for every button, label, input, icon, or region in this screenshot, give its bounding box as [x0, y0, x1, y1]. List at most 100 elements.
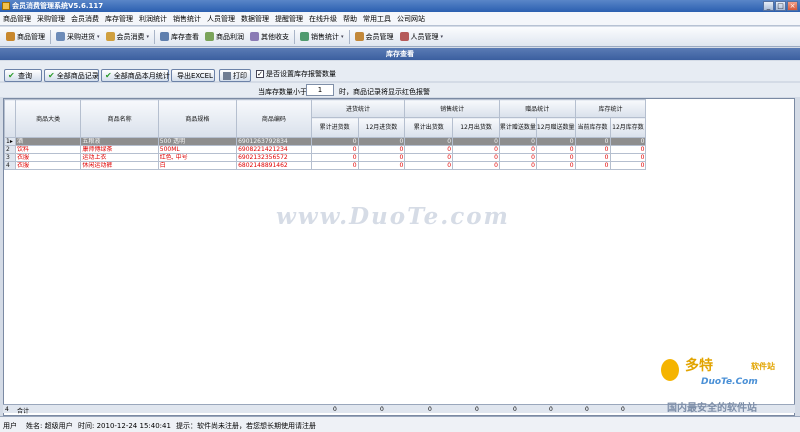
col-group-purchase: 进货统计 — [310, 99, 406, 118]
col-category[interactable]: 商品大类 — [14, 99, 82, 138]
menu-item[interactable]: 销售统计 — [170, 14, 204, 24]
chevron-down-icon[interactable]: ▾ — [147, 34, 150, 40]
toolbar-button[interactable]: 会员管理 — [352, 29, 397, 45]
col-code[interactable]: 商品编码 — [236, 99, 312, 138]
col-group-sales: 销售统计 — [404, 99, 500, 118]
table-row[interactable]: 4 衣服 休闲运动裤白 6802148891462 0 0 0 0 0 0 0 0 — [4, 161, 794, 170]
grid-empty-cell — [645, 153, 794, 162]
all-records-button[interactable]: ✔ 全部商品记录 — [44, 69, 99, 82]
close-icon[interactable]: × — [787, 1, 798, 11]
table-row[interactable]: 2 饮料 康师傅绿茶 500ML 6908221421234 0 0 0 0 0 0 0 0 — [4, 145, 794, 154]
row-index: 2 — [4, 145, 16, 154]
menu-item[interactable]: 会员消费 — [68, 14, 102, 24]
person-icon — [399, 32, 409, 41]
toolbar-button-label: 销售统计 — [311, 32, 340, 41]
menu-item[interactable]: 提醒管理 — [272, 14, 306, 24]
chevron-down-icon[interactable]: ▾ — [441, 34, 444, 40]
cart-icon — [56, 32, 65, 41]
box-icon — [6, 32, 15, 41]
totals-value: 0 — [585, 406, 589, 413]
cell-value: 0 — [452, 145, 500, 154]
toolbar-button[interactable]: 采购进货 ▾ — [53, 29, 103, 45]
totals-value: 0 — [428, 406, 432, 413]
threshold-label: 当库存数量小于 — [258, 88, 307, 96]
cell-spec: 500ML — [157, 145, 238, 154]
menu-item[interactable]: 利润统计 — [136, 14, 170, 24]
toolbar-button-label: 采购进货 — [67, 32, 95, 41]
cell-value: 0 — [498, 153, 537, 162]
cell-value: 0 — [310, 161, 359, 170]
col-group-gift: 赠品统计 — [498, 99, 576, 118]
col-purchase-total[interactable]: 累计进货数 — [310, 117, 359, 138]
menu-item[interactable]: 常用工具 — [360, 14, 394, 24]
mascot-icon — [661, 359, 679, 381]
minimize-icon[interactable]: _ — [763, 1, 774, 11]
menu-item[interactable]: 帮助 — [340, 14, 360, 24]
export-excel-button[interactable]: 导出EXCEL — [171, 69, 215, 82]
cell-code: 6901263792834 — [236, 137, 312, 146]
toolbar-button[interactable]: 其他收支 — [247, 29, 292, 45]
menu-item[interactable]: 商品管理 — [0, 14, 34, 24]
toolbar-button-label: 人员管理 — [410, 32, 439, 41]
cell-value: 0 — [535, 161, 576, 170]
check-icon: ✔ — [105, 70, 112, 80]
threshold-note: 时，商品记录将显示红色报警 — [339, 88, 430, 96]
cell-name: 康师傅绿茶 — [80, 145, 159, 154]
menu-item[interactable]: 数据管理 — [238, 14, 272, 24]
status-bar: 用户 姓名: 超级用户 时间: 2010-12-24 15:40:41 提示：软… — [0, 416, 800, 432]
menu-item[interactable]: 在线升级 — [306, 14, 340, 24]
col-sales-month[interactable]: 12月出货数 — [452, 117, 500, 138]
menu-item[interactable]: 人员管理 — [204, 14, 238, 24]
totals-value: 0 — [621, 406, 625, 413]
totals-index: 4 — [5, 406, 9, 413]
month-stats-button[interactable]: ✔ 全部商品本月统计 — [101, 69, 170, 82]
col-spec[interactable]: 商品规格 — [157, 99, 238, 138]
totals-value: 0 — [549, 406, 553, 413]
col-gift-month[interactable]: 12月赠送数量 — [535, 117, 576, 138]
title-bar: 会员消费管理系统V5.6.117 _ □ × — [0, 0, 800, 12]
col-stock-month[interactable]: 12月库存数 — [609, 117, 647, 138]
check-icon: ✔ — [48, 70, 55, 80]
cell-value: 0 — [609, 145, 647, 154]
table-row[interactable]: 3 衣服 运动上衣 红色, 中号 6902132356572 0 0 0 0 0 0 0 0 — [4, 153, 794, 162]
menu-item[interactable]: 库存管理 — [102, 14, 136, 24]
table-row[interactable]: 1▸ 酒五粮液 500 透明 6901263792834 0 0 0 0 0 0 0 0 — [4, 137, 794, 146]
toolbar-button[interactable]: 库存查看 — [157, 29, 202, 45]
cell-name: 休闲运动裤 — [80, 161, 159, 170]
print-button[interactable]: 打印 — [219, 69, 251, 82]
alarm-checkbox[interactable]: ✓ — [256, 70, 264, 78]
chevron-down-icon[interactable]: ▾ — [97, 34, 100, 40]
toolbar-button[interactable]: 会员消费 ▾ — [103, 29, 153, 45]
cell-value: 0 — [535, 145, 576, 154]
toolbar-button[interactable]: 人员管理 ▾ — [397, 29, 447, 45]
toolbar-button[interactable]: 商品管理 — [3, 29, 48, 45]
col-gift-total[interactable]: 累计赠送数量 — [498, 117, 537, 138]
cell-category: 酒 — [14, 137, 82, 146]
toolbar-separator — [154, 29, 156, 44]
totals-value: 0 — [475, 406, 479, 413]
toolbar-button-label: 会员消费 — [116, 32, 145, 41]
chevron-down-icon[interactable]: ▾ — [341, 34, 344, 40]
col-sales-total[interactable]: 累计出货数 — [404, 117, 454, 138]
threshold-input[interactable]: 1 — [306, 84, 334, 96]
all-records-label: 全部商品记录 — [56, 71, 99, 80]
cell-value: 0 — [452, 137, 500, 146]
app-icon — [2, 2, 10, 10]
status-name: 姓名: 超级用户 — [26, 422, 73, 430]
col-name[interactable]: 商品名称 — [80, 99, 159, 138]
cell-value: 0 — [498, 145, 537, 154]
printer-icon — [223, 71, 231, 80]
cell-value: 0 — [310, 145, 359, 154]
col-purchase-month[interactable]: 12月进货数 — [357, 117, 406, 138]
cell-value: 0 — [404, 145, 454, 154]
cell-value: 0 — [404, 161, 454, 170]
grid-empty-cell — [645, 161, 794, 170]
menu-item[interactable]: 公司网站 — [394, 14, 428, 24]
maximize-icon[interactable]: □ — [775, 1, 786, 11]
toolbar-button[interactable]: 销售统计 ▾ — [297, 29, 347, 45]
menu-item[interactable]: 采购管理 — [34, 14, 68, 24]
query-button[interactable]: ✔ 查询 — [4, 69, 42, 82]
toolbar-button[interactable]: 商品利润 — [202, 29, 247, 45]
export-label: 导出EXCEL — [177, 71, 213, 80]
col-stock-current[interactable]: 当前库存数 — [574, 117, 611, 138]
